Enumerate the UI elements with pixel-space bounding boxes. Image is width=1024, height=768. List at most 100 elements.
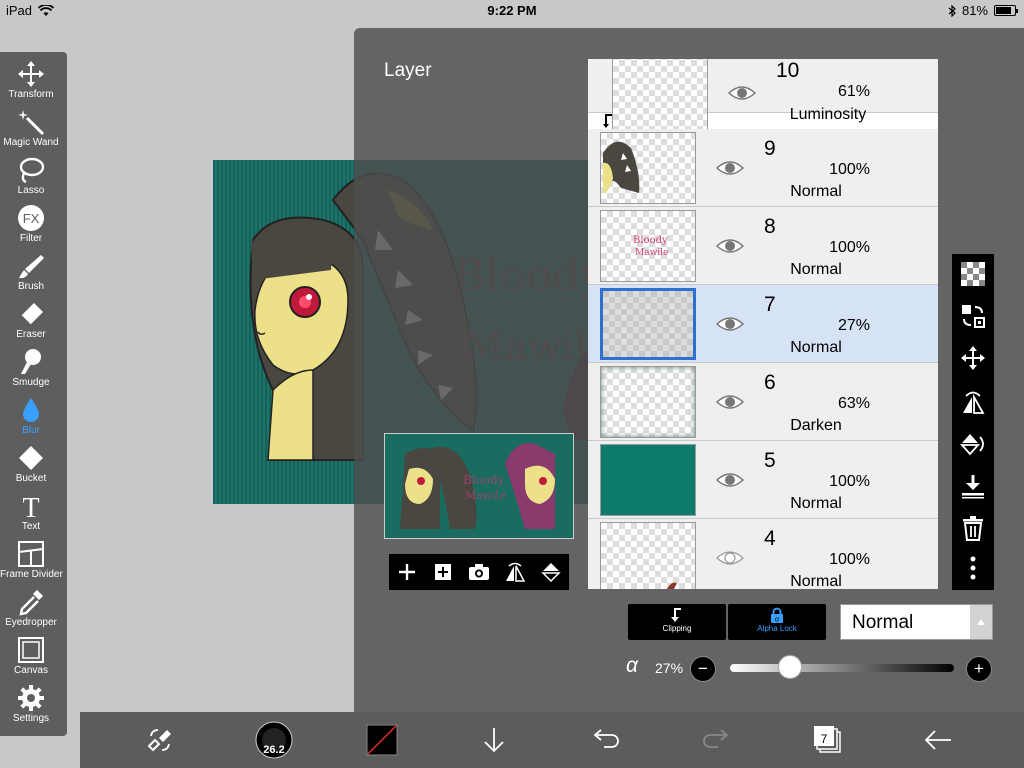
layer-blend-mode: Normal	[790, 339, 842, 356]
flip-vertical-button[interactable]	[539, 560, 563, 584]
tool-eraser[interactable]: Eraser	[0, 300, 62, 348]
add-layer-copy-button[interactable]	[431, 560, 455, 584]
eye-icon[interactable]	[728, 83, 756, 103]
tool-eyedropper[interactable]: Eyedropper	[0, 588, 62, 636]
eye-icon[interactable]	[716, 470, 744, 490]
eyedropper-icon	[19, 590, 43, 616]
tool-blur[interactable]: Blur	[0, 396, 62, 444]
canvas-preview[interactable]: Bloody Mawile	[384, 433, 574, 539]
tool-frame-divider[interactable]: Frame Divider	[0, 540, 63, 588]
tool-canvas[interactable]: Canvas	[0, 636, 62, 684]
tool-label: Magic Wand	[3, 137, 59, 148]
import-down-button[interactable]	[478, 724, 510, 756]
eye-hidden-icon[interactable]	[716, 548, 744, 568]
layer-blend-mode: Normal	[790, 495, 842, 512]
eye-icon[interactable]	[716, 314, 744, 334]
color-button[interactable]	[366, 724, 398, 756]
increase-opacity-button[interactable]: +	[966, 656, 992, 682]
more-options-button[interactable]	[959, 554, 987, 582]
lasso-icon	[19, 157, 45, 184]
thumb-art	[603, 141, 640, 193]
tool-brush[interactable]: Brush	[0, 252, 62, 300]
opacity-slider-handle[interactable]	[778, 655, 803, 679]
move-layer-button[interactable]	[959, 344, 987, 372]
layer-opacity: 63%	[837, 395, 870, 412]
blur-drop-icon	[23, 398, 39, 422]
fx-icon: FX	[18, 205, 44, 231]
layer-number: 10	[776, 59, 800, 82]
tool-smudge[interactable]: Smudge	[0, 348, 62, 396]
canvas-icon	[18, 637, 44, 663]
tool-label: Smudge	[12, 377, 50, 388]
layer-row-10[interactable]: 10 61% Luminosity	[588, 59, 938, 133]
app-window: iPad 9:22 PM 81% Transform Magic Wand La…	[0, 0, 1024, 768]
tool-label: Settings	[12, 713, 50, 724]
eye-icon[interactable]	[716, 392, 744, 412]
flip-layer-vertical-button[interactable]	[959, 430, 987, 458]
quick-tool-button[interactable]	[144, 724, 176, 756]
flip-vertical-icon	[960, 434, 984, 456]
bluetooth-icon	[948, 4, 956, 17]
layer-count: 7	[820, 732, 828, 746]
brush-size-button[interactable]: 26.2	[254, 720, 294, 760]
swap-layer-icon	[962, 305, 985, 328]
layer-opacity: 100%	[829, 473, 870, 490]
bottom-toolbar: 26.2 7	[80, 712, 1024, 768]
layer-number: 6	[764, 371, 776, 394]
undo-button[interactable]	[590, 724, 622, 756]
alpha-symbol: α	[626, 654, 638, 677]
tool-label: Bucket	[15, 473, 47, 484]
add-layer-icon	[399, 564, 415, 580]
tool-settings[interactable]: Settings	[0, 684, 62, 732]
layer-thumbnail: Bloody Mawile	[600, 210, 696, 282]
opacity-slider[interactable]	[730, 664, 954, 672]
clipping-button[interactable]: Clipping	[628, 604, 726, 640]
camera-icon	[469, 564, 489, 580]
transform-swap-icon	[147, 729, 171, 752]
frame-divider-icon	[18, 541, 44, 567]
merge-down-button[interactable]	[959, 472, 987, 500]
layer-row-4[interactable]: 4 100% Normal	[588, 519, 938, 589]
delete-layer-button[interactable]	[959, 514, 987, 542]
tool-transform[interactable]: Transform	[0, 60, 62, 108]
tool-filter[interactable]: FX Filter	[0, 204, 62, 252]
alpha-lock-button[interactable]: α Alpha Lock	[728, 604, 826, 640]
flip-layer-horizontal-button[interactable]	[959, 388, 987, 416]
layer-row-9[interactable]: 9 100% Normal	[588, 129, 938, 207]
layer-thumbnail	[600, 288, 696, 360]
redo-button[interactable]	[700, 724, 732, 756]
camera-button[interactable]	[467, 560, 491, 584]
color-swatch-icon	[366, 724, 398, 756]
text-icon: T	[22, 493, 39, 520]
back-button[interactable]	[922, 724, 954, 756]
transparent-bg-button[interactable]	[959, 260, 987, 288]
decrease-opacity-button[interactable]: −	[690, 656, 716, 682]
layer-number: 4	[764, 527, 776, 550]
eye-icon[interactable]	[716, 158, 744, 178]
layer-row-8[interactable]: Bloody Mawile 8 100% Normal	[588, 207, 938, 285]
tool-lasso[interactable]: Lasso	[0, 156, 62, 204]
layer-row-7[interactable]: 7 27% Normal	[588, 285, 938, 363]
layer-opacity: 100%	[829, 551, 870, 568]
tool-label: Eraser	[16, 329, 46, 340]
tool-text[interactable]: T Text	[0, 492, 62, 540]
move-icon	[961, 346, 985, 370]
layer-number: 8	[764, 215, 776, 238]
tool-magic-wand[interactable]: Magic Wand	[0, 108, 62, 156]
undo-icon	[593, 729, 619, 748]
layer-row-6[interactable]: 6 63% Darken	[588, 363, 938, 441]
blend-mode-select[interactable]: Normal	[840, 604, 993, 640]
swap-layer-button[interactable]	[959, 302, 987, 330]
eye-icon[interactable]	[716, 236, 744, 256]
battery-icon	[994, 5, 1018, 16]
layer-list[interactable]: 10 61% Luminosity 9 100% Normal Bloody Ma…	[588, 59, 938, 589]
flip-horizontal-icon	[963, 391, 985, 414]
flip-horizontal-button[interactable]	[503, 560, 527, 584]
thumb-text-2: Mawile	[635, 248, 668, 258]
add-layer-button[interactable]	[395, 560, 419, 584]
layers-button[interactable]: 7	[812, 724, 844, 756]
layer-row-5[interactable]: 5 100% Normal	[588, 441, 938, 519]
layer-panel: Layer Bloody Mawile 10 61% Luminosity 9 …	[354, 28, 1024, 712]
opacity-value: 27%	[655, 660, 684, 676]
tool-bucket[interactable]: Bucket	[0, 444, 62, 492]
